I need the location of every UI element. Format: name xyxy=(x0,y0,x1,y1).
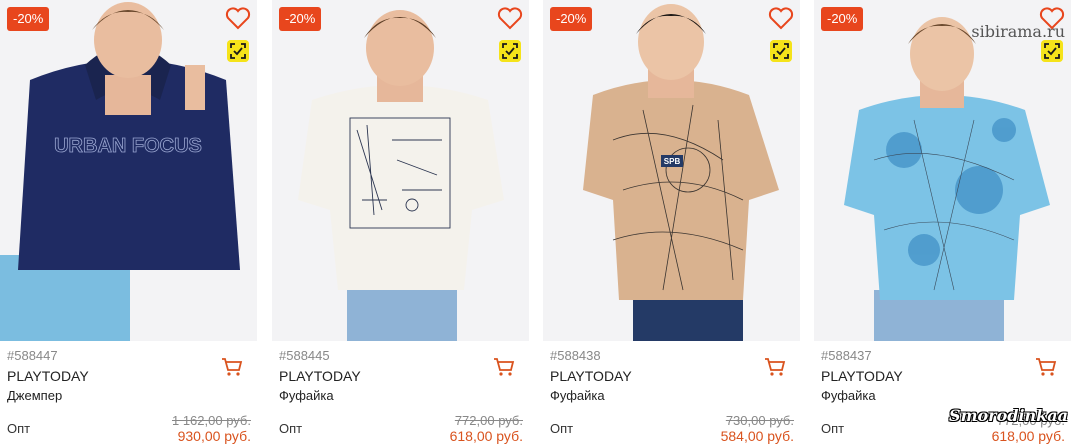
product-sku: #588437 xyxy=(821,348,872,363)
heart-outline-icon[interactable] xyxy=(1039,6,1065,30)
shopping-cart-icon[interactable] xyxy=(221,357,243,377)
product-brand[interactable]: PLAYTODAY xyxy=(279,368,361,384)
scan-check-icon[interactable] xyxy=(1041,40,1063,62)
discount-badge: -20% xyxy=(279,7,322,31)
svg-text:URBAN FOCUS: URBAN FOCUS xyxy=(54,135,202,157)
wholesale-label: Опт xyxy=(7,421,31,436)
wholesale-label: Опт xyxy=(279,421,303,436)
product-info: #588437 PLAYTODAY Фуфайка Опт 772,00 руб… xyxy=(814,341,1071,448)
product-grid: URBAN FOCUS -20% #588447 PLAYTODAY Джемп… xyxy=(0,0,1072,448)
heart-outline-icon[interactable] xyxy=(225,6,251,30)
current-price: 618,00 руб. xyxy=(449,428,523,444)
svg-text:SPB: SPB xyxy=(664,157,681,166)
current-price: 930,00 руб. xyxy=(177,428,251,444)
signature-text: Smorodinkaa xyxy=(949,406,1068,425)
product-image: URBAN FOCUS xyxy=(0,0,257,341)
discount-badge: -20% xyxy=(550,7,593,31)
product-image xyxy=(272,0,529,341)
discount-badge: -20% xyxy=(821,7,864,31)
current-price: 618,00 руб. xyxy=(991,428,1065,444)
product-sku: #588438 xyxy=(550,348,601,363)
shopping-cart-icon[interactable] xyxy=(1035,357,1057,377)
old-price: 772,00 руб. xyxy=(454,413,523,428)
scan-check-icon[interactable] xyxy=(227,40,249,62)
shopping-cart-icon[interactable] xyxy=(764,357,786,377)
product-image: SPB xyxy=(543,0,800,341)
product-image xyxy=(814,0,1071,341)
product-card[interactable]: -20% sibirama.ru #588437 PLAYTODAY Фуфай… xyxy=(814,0,1071,448)
wholesale-label: Опт xyxy=(821,421,845,436)
product-info: #588447 PLAYTODAY Джемпер Опт 1 162,00 р… xyxy=(0,341,257,448)
wholesale-label: Опт xyxy=(550,421,574,436)
old-price: 1 162,00 руб. xyxy=(171,413,251,428)
current-price: 584,00 руб. xyxy=(720,428,794,444)
product-type[interactable]: Фуфайка xyxy=(279,388,334,403)
product-brand[interactable]: PLAYTODAY xyxy=(821,368,903,384)
product-sku: #588447 xyxy=(7,348,58,363)
product-type[interactable]: Фуфайка xyxy=(821,388,876,403)
product-card[interactable]: SPB -20% #588438 PLAYTODAY Фуфайка Опт 7… xyxy=(543,0,800,448)
old-price: 730,00 руб. xyxy=(725,413,794,428)
shopping-cart-icon[interactable] xyxy=(493,357,515,377)
heart-outline-icon[interactable] xyxy=(768,6,794,30)
product-photo[interactable]: -20% xyxy=(272,0,529,341)
scan-check-icon[interactable] xyxy=(770,40,792,62)
product-type[interactable]: Джемпер xyxy=(7,388,62,403)
product-type[interactable]: Фуфайка xyxy=(550,388,605,403)
scan-check-icon[interactable] xyxy=(499,40,521,62)
product-photo[interactable]: SPB -20% xyxy=(543,0,800,341)
discount-badge: -20% xyxy=(7,7,50,31)
heart-outline-icon[interactable] xyxy=(497,6,523,30)
product-info: #588438 PLAYTODAY Фуфайка Опт 730,00 руб… xyxy=(543,341,800,448)
product-brand[interactable]: PLAYTODAY xyxy=(550,368,632,384)
product-card[interactable]: -20% #588445 PLAYTODAY Фуфайка Опт 772,0… xyxy=(272,0,529,448)
product-card[interactable]: URBAN FOCUS -20% #588447 PLAYTODAY Джемп… xyxy=(0,0,257,448)
product-photo[interactable]: URBAN FOCUS -20% xyxy=(0,0,257,341)
product-info: #588445 PLAYTODAY Фуфайка Опт 772,00 руб… xyxy=(272,341,529,448)
product-sku: #588445 xyxy=(279,348,330,363)
product-brand[interactable]: PLAYTODAY xyxy=(7,368,89,384)
product-photo[interactable]: -20% sibirama.ru xyxy=(814,0,1071,341)
